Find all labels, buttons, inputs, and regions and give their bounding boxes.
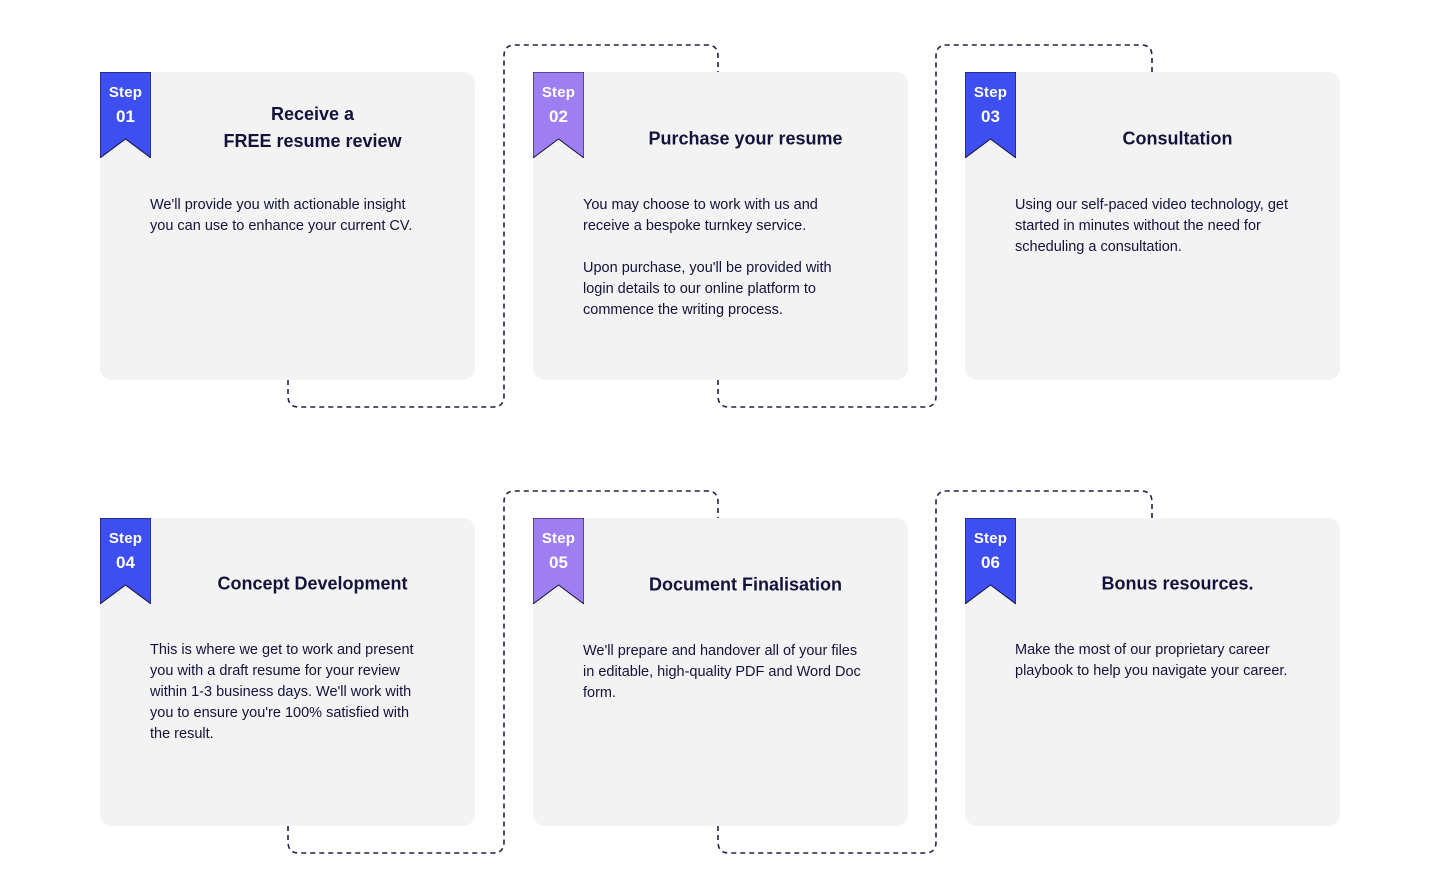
step-title: Bonus resources.: [1101, 573, 1254, 594]
step-card-05: Step 05 Document Finalisation We'll prep…: [533, 518, 908, 826]
step-ribbon: Step 02: [533, 72, 584, 158]
step-ribbon: Step 06: [965, 518, 1016, 604]
step-title: Receive a FREE resume review: [223, 104, 402, 151]
step-ribbon: Step 01: [100, 72, 151, 158]
step-card-03: Step 03 Consultation Using our self-pace…: [965, 72, 1340, 380]
step-number: 04: [116, 553, 135, 572]
step-label: Step: [541, 84, 576, 101]
step-description: This is where we get to work and present…: [150, 642, 414, 742]
step-title: Document Finalisation: [648, 574, 843, 595]
step-label: Step: [108, 530, 143, 547]
step-label: Step: [108, 84, 143, 101]
step-card-02: Step 02 Purchase your resume You may cho…: [533, 72, 908, 380]
step-number: 01: [116, 107, 135, 126]
step-title: Purchase your resume: [648, 128, 843, 149]
step-card-01: Step 01 Receive a FREE resume review We'…: [100, 72, 475, 380]
step-label: Step: [541, 530, 576, 547]
step-ribbon: Step 05: [533, 518, 584, 604]
step-description: Make the most of our proprietary career …: [1015, 642, 1288, 679]
step-number: 05: [549, 553, 568, 572]
step-ribbon: Step 03: [965, 72, 1016, 158]
step-number: 03: [981, 107, 1000, 126]
step-title: Consultation: [1122, 128, 1233, 149]
step-card-06: Step 06 Bonus resources. Make the most o…: [965, 518, 1340, 826]
step-description: We'll provide you with actionable insigh…: [150, 197, 413, 234]
step-title: Concept Development: [217, 573, 408, 594]
step-ribbon: Step 04: [100, 518, 151, 604]
step-label: Step: [973, 84, 1008, 101]
step-card-04: Step 04 Concept Development This is wher…: [100, 518, 475, 826]
step-number: 06: [981, 553, 1000, 572]
step-description: Using our self-paced video technology, g…: [1015, 197, 1288, 255]
step-description: We'll prepare and handover all of your f…: [583, 643, 861, 701]
step-label: Step: [973, 530, 1008, 547]
step-description: You may choose to work with us and recei…: [583, 197, 832, 318]
step-number: 02: [549, 107, 568, 126]
